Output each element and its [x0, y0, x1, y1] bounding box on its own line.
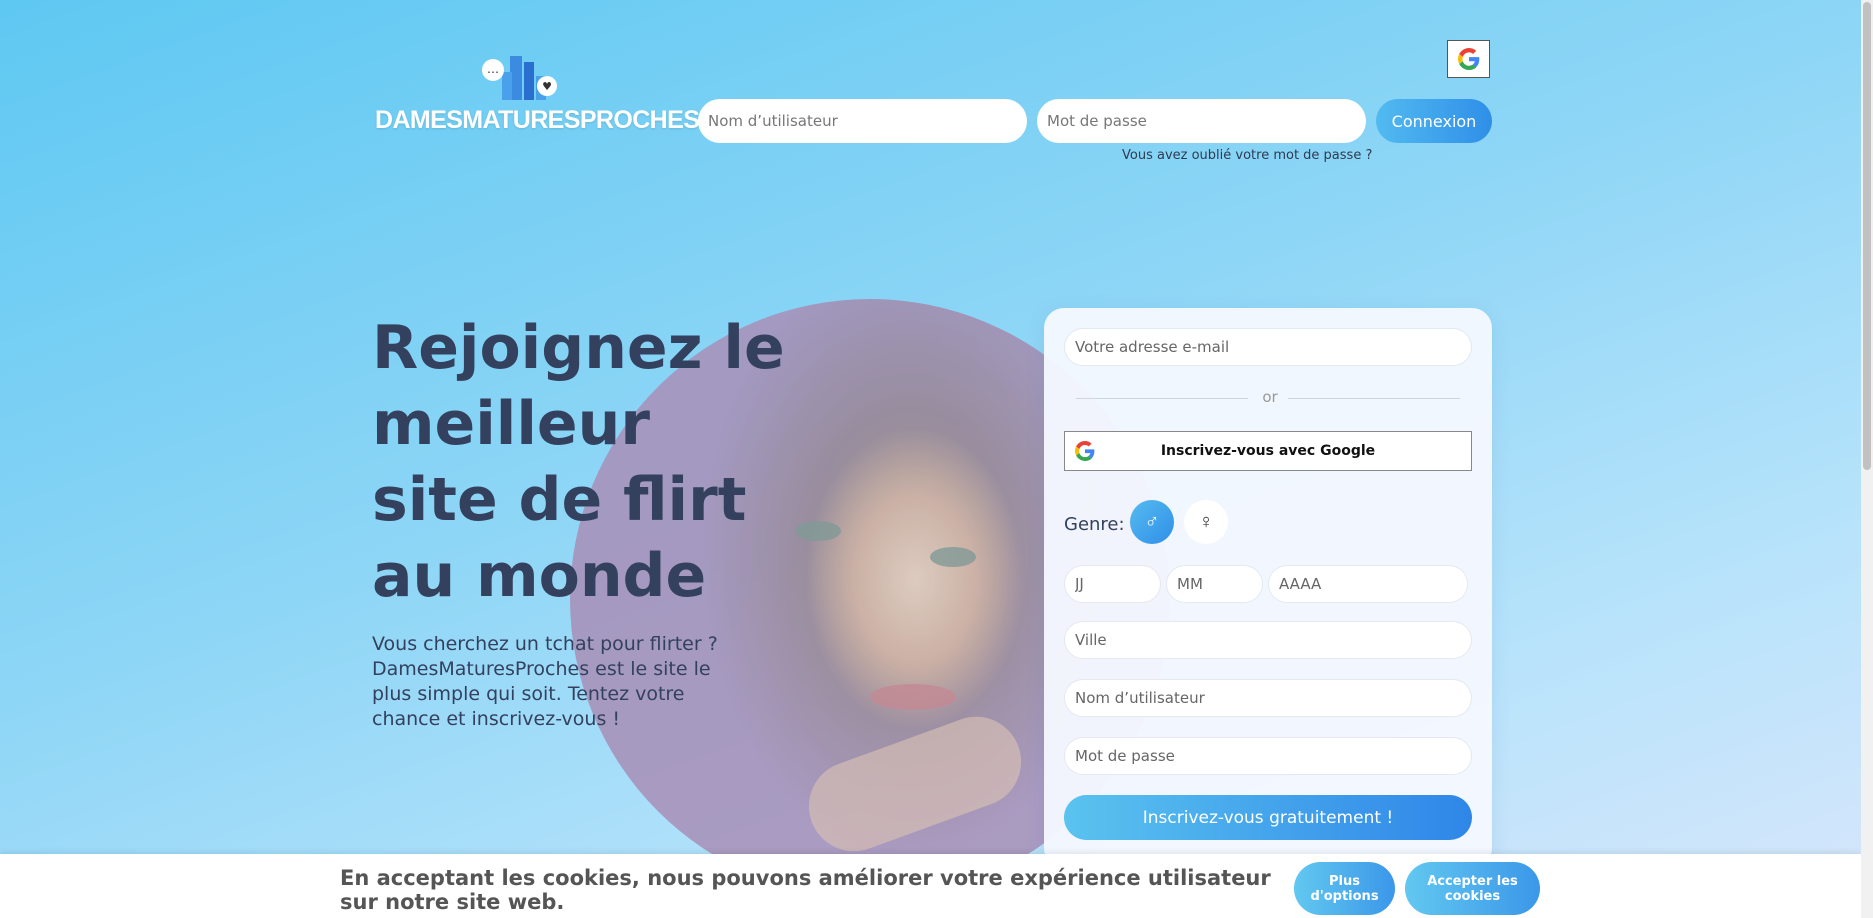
cookie-more-options-button[interactable]: Plus d'options — [1294, 862, 1395, 915]
google-icon — [1075, 441, 1095, 461]
or-text: or — [1262, 388, 1278, 406]
google-signup-label: Inscrivez-vous avec Google — [1160, 443, 1376, 459]
header-username-input[interactable] — [698, 99, 1027, 143]
divider-line-right — [1288, 398, 1460, 399]
or-divider: or — [1076, 388, 1460, 408]
photo-eye-left — [795, 521, 841, 541]
page-scrollbar[interactable] — [1861, 0, 1873, 918]
google-signup-button[interactable]: Inscrivez-vous avec Google — [1064, 431, 1472, 471]
signup-username-field[interactable] — [1064, 679, 1472, 717]
signup-password-field[interactable] — [1064, 737, 1472, 775]
divider-line-left — [1076, 398, 1248, 399]
hero-subtitle: Vous cherchez un tchat pour flirter ? Da… — [372, 633, 718, 730]
google-login-button[interactable] — [1447, 40, 1490, 78]
login-button[interactable]: Connexion — [1376, 99, 1492, 143]
male-gender-button[interactable]: ♂ — [1130, 500, 1174, 544]
site-logo[interactable]: … ♥ DAMESMATURESPROCHES — [375, 48, 700, 138]
photo-eye-right — [930, 547, 976, 567]
cookie-banner: En acceptant les cookies, nous pouvons a… — [0, 854, 1861, 918]
logo-buildings-icon: … ♥ — [482, 56, 557, 100]
svg-text:♥: ♥ — [542, 80, 552, 93]
city-field[interactable] — [1064, 621, 1472, 659]
cookie-message: En acceptant les cookies, nous pouvons a… — [340, 866, 1271, 914]
signup-submit-button[interactable]: Inscrivez-vous gratuitement ! — [1064, 795, 1472, 840]
forgot-password-link[interactable]: Vous avez oublié votre mot de passe ? — [1122, 148, 1372, 163]
birth-year-field[interactable] — [1268, 565, 1468, 603]
logo-text: DAMESMATURESPROCHES — [375, 106, 700, 134]
scrollbar-thumb[interactable] — [1863, 2, 1871, 470]
genre-label: Genre: — [1064, 514, 1125, 535]
photo-lips — [870, 684, 956, 710]
header-password-input[interactable] — [1037, 99, 1366, 143]
svg-text:…: … — [487, 62, 499, 76]
photo-hand — [796, 704, 1034, 864]
male-icon: ♂ — [1144, 510, 1160, 533]
birth-month-field[interactable] — [1166, 565, 1263, 603]
female-icon: ♀ — [1198, 510, 1214, 533]
hero-title: Rejoignez le meilleur site de flirt au m… — [372, 313, 785, 611]
cookie-accept-button[interactable]: Accepter les cookies — [1405, 862, 1540, 915]
birth-day-field[interactable] — [1064, 565, 1161, 603]
email-field[interactable] — [1064, 328, 1472, 366]
google-icon — [1457, 48, 1479, 70]
female-gender-button[interactable]: ♀ — [1184, 500, 1228, 544]
signup-card: or Inscrivez-vous avec Google Genre: ♂ ♀… — [1044, 308, 1492, 868]
